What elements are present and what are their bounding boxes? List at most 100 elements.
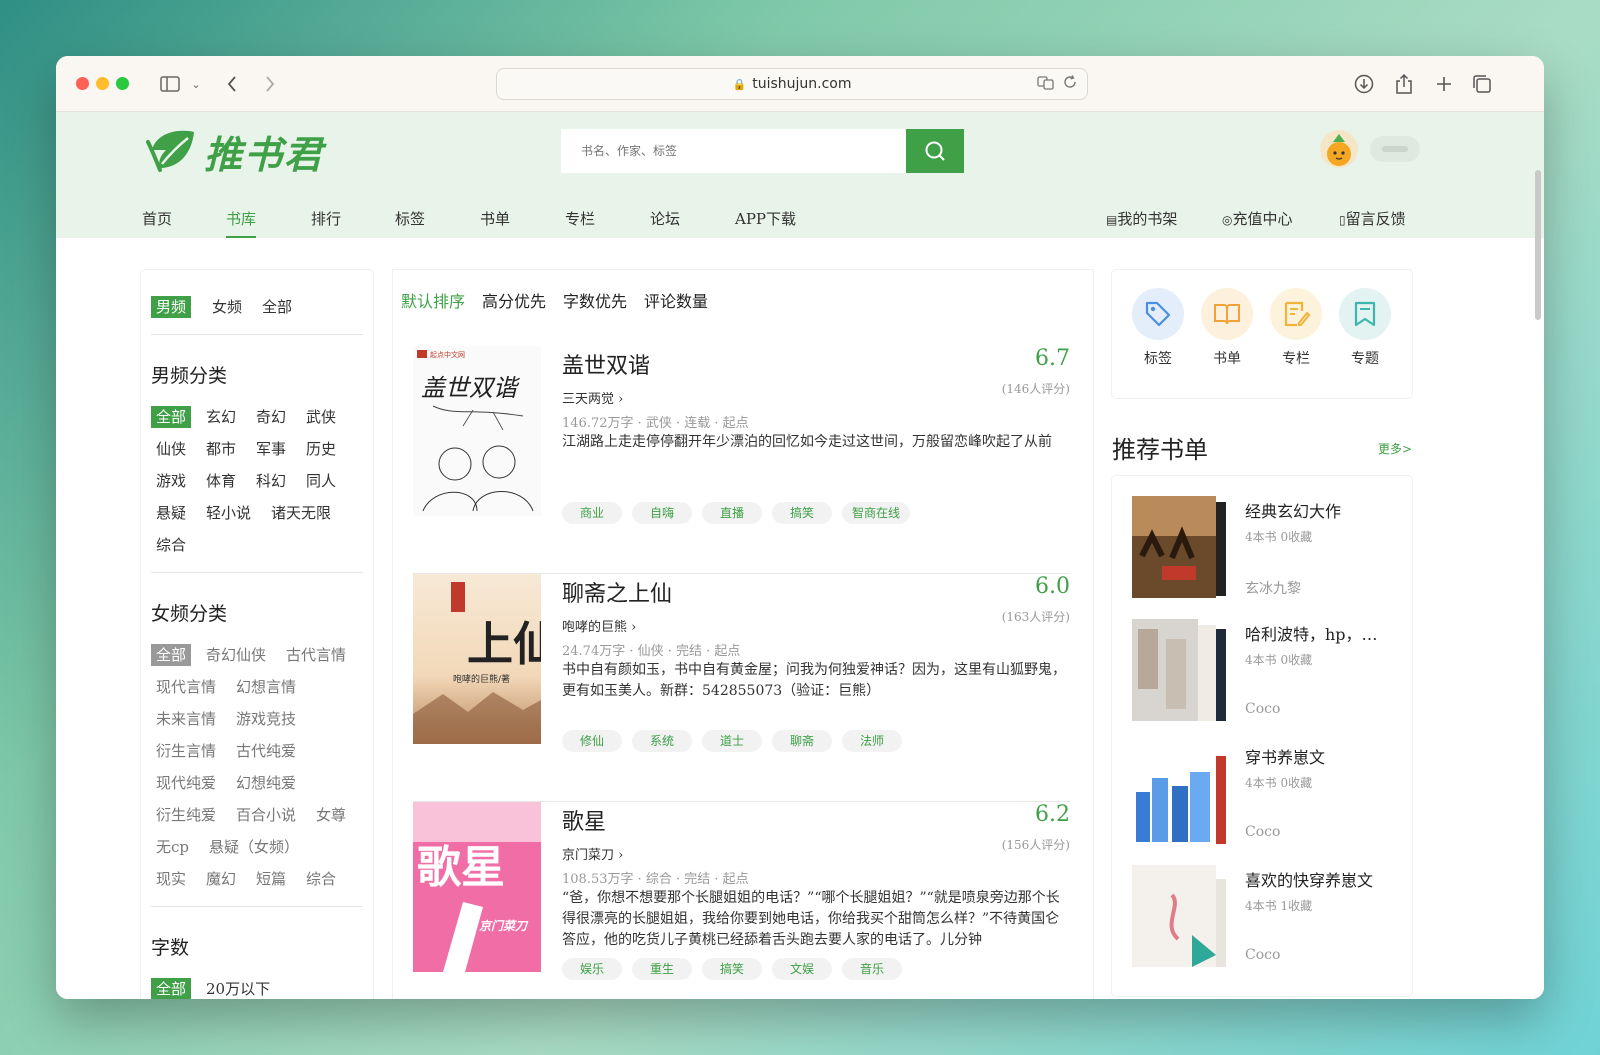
book-author[interactable]: 京门菜刀 › [562, 844, 623, 863]
category-tag[interactable]: 同人 [301, 470, 341, 492]
more-link[interactable]: 更多> [1378, 440, 1412, 457]
channel-male[interactable]: 男频 [151, 296, 192, 318]
category-tag[interactable]: 古代纯爱 [231, 740, 301, 762]
book-tag[interactable]: 系统 [632, 730, 692, 752]
book-tag[interactable]: 智商在线 [842, 502, 910, 524]
nav-ranking[interactable]: 排行 [311, 208, 341, 238]
category-tag[interactable]: 悬疑（女频） [204, 836, 304, 858]
site-logo[interactable]: 推书君 [146, 126, 324, 177]
reload-icon[interactable] [1063, 75, 1077, 93]
nav-tags[interactable]: 标签 [395, 208, 425, 238]
category-tag[interactable]: 武侠 [301, 406, 341, 428]
category-tag[interactable]: 综合 [151, 534, 191, 556]
category-tag[interactable]: 衍生言情 [151, 740, 221, 762]
quick-link-columns[interactable]: 专栏 [1270, 288, 1322, 368]
booklist-cover[interactable] [1132, 742, 1234, 844]
book-author[interactable]: 咆哮的巨熊 › [562, 616, 636, 635]
channel-female[interactable]: 女频 [207, 296, 247, 318]
category-tag[interactable]: 全部 [151, 644, 192, 666]
book-cover[interactable]: 起点中文网 盖世双谐 [413, 346, 541, 516]
book-title[interactable]: 盖世双谐 [562, 348, 650, 380]
category-tag[interactable]: 游戏 [151, 470, 191, 492]
book-tag[interactable]: 娱乐 [562, 958, 622, 980]
new-tab-icon[interactable] [1432, 70, 1456, 98]
booklist-title[interactable]: 经典玄幻大作 [1245, 498, 1341, 522]
book-item[interactable]: 上仙 咆哮的巨熊/著 聊斋之上仙 咆哮的巨熊 › 24.74万字 · 仙侠 · … [413, 574, 1070, 802]
booklist-creator[interactable]: Coco [1245, 701, 1280, 717]
category-tag[interactable]: 奇幻仙侠 [201, 644, 271, 666]
booklist-cover[interactable] [1132, 496, 1234, 598]
nav-my-shelf[interactable]: ▤我的书架 [1106, 208, 1177, 238]
chevron-down-icon[interactable]: ⌄ [188, 70, 204, 98]
category-tag[interactable]: 仙侠 [151, 438, 191, 460]
category-tag[interactable]: 现代言情 [151, 676, 221, 698]
page-scrollbar[interactable] [1535, 170, 1541, 320]
sort-score[interactable]: 高分优先 [482, 288, 546, 312]
nav-app-download[interactable]: APP下载 [735, 208, 796, 238]
zoom-button[interactable] [116, 77, 129, 90]
sort-words[interactable]: 字数优先 [563, 288, 627, 312]
search-input[interactable] [561, 129, 906, 173]
category-tag[interactable]: 古代言情 [281, 644, 351, 666]
booklist-title[interactable]: 喜欢的快穿养崽文 [1245, 867, 1373, 891]
category-tag[interactable]: 悬疑 [151, 502, 191, 524]
category-tag[interactable]: 幻想纯爱 [231, 772, 301, 794]
back-icon[interactable] [222, 70, 242, 98]
book-tag[interactable]: 搞笑 [772, 502, 832, 524]
forward-icon[interactable] [260, 70, 280, 98]
user-menu-toggle[interactable] [1370, 136, 1420, 162]
booklist-creator[interactable]: Coco [1245, 947, 1280, 963]
sidebar-toggle-icon[interactable] [158, 70, 182, 98]
category-tag[interactable]: 都市 [201, 438, 241, 460]
book-cover[interactable]: 歌星 京门菜刀 [413, 802, 541, 972]
booklist-item[interactable]: 哈利波特，hp，… 4本书 0收藏 Coco [1132, 619, 1402, 725]
booklist-item[interactable]: 经典玄幻大作 4本书 0收藏 玄冰九黎 [1132, 496, 1402, 602]
category-tag[interactable]: 体育 [201, 470, 241, 492]
address-bar[interactable]: 🔒 tuishujun.com [496, 68, 1088, 100]
category-tag[interactable]: 全部 [151, 406, 192, 428]
booklist-creator[interactable]: Coco [1245, 824, 1280, 840]
book-title[interactable]: 聊斋之上仙 [562, 576, 672, 608]
book-tag[interactable]: 修仙 [562, 730, 622, 752]
book-tag[interactable]: 商业 [562, 502, 622, 524]
book-tag[interactable]: 直播 [702, 502, 762, 524]
share-icon[interactable] [1392, 70, 1416, 98]
booklist-title[interactable]: 哈利波特，hp，… [1245, 621, 1378, 645]
nav-feedback[interactable]: ▯留言反馈 [1339, 208, 1406, 238]
nav-columns[interactable]: 专栏 [565, 208, 595, 238]
nav-forum[interactable]: 论坛 [650, 208, 680, 238]
sort-default[interactable]: 默认排序 [401, 288, 465, 312]
channel-all[interactable]: 全部 [257, 296, 297, 318]
category-tag[interactable]: 奇幻 [251, 406, 291, 428]
tab-overview-icon[interactable] [1470, 70, 1494, 98]
book-cover[interactable]: 上仙 咆哮的巨熊/著 [413, 574, 541, 744]
booklist-cover[interactable] [1132, 865, 1234, 967]
category-tag[interactable]: 轻小说 [201, 502, 256, 524]
translate-icon[interactable] [1037, 75, 1055, 95]
booklist-title[interactable]: 穿书养崽文 [1245, 744, 1325, 768]
booklist-item[interactable]: 喜欢的快穿养崽文 4本书 1收藏 Coco [1132, 865, 1402, 971]
download-icon[interactable] [1352, 70, 1376, 98]
search-button[interactable] [906, 129, 964, 173]
quick-link-booklists[interactable]: 书单 [1201, 288, 1253, 368]
booklist-creator[interactable]: 玄冰九黎 [1245, 578, 1301, 598]
category-tag[interactable]: 诸天无限 [266, 502, 336, 524]
category-tag[interactable]: 现代纯爱 [151, 772, 221, 794]
word-count-tag[interactable]: 全部 [151, 978, 192, 999]
nav-home[interactable]: 首页 [142, 208, 172, 238]
nav-library[interactable]: 书库 [226, 208, 257, 238]
book-tag[interactable]: 重生 [632, 958, 692, 980]
book-author[interactable]: 三天两觉 › [562, 388, 623, 407]
book-item[interactable]: 歌星 京门菜刀 歌星 京门菜刀 › 108.53万字 · 综合 · 完结 · 起… [413, 802, 1070, 999]
category-tag[interactable]: 无cp [151, 836, 194, 858]
booklist-cover[interactable] [1132, 619, 1234, 721]
category-tag[interactable]: 科幻 [251, 470, 291, 492]
category-tag[interactable]: 幻想言情 [231, 676, 301, 698]
category-tag[interactable]: 军事 [251, 438, 291, 460]
category-tag[interactable]: 游戏竞技 [231, 708, 301, 730]
book-tag[interactable]: 聊斋 [772, 730, 832, 752]
book-tag[interactable]: 音乐 [842, 958, 902, 980]
category-tag[interactable]: 百合小说 [231, 804, 301, 826]
category-tag[interactable]: 现实 [151, 868, 191, 890]
minimize-button[interactable] [96, 77, 109, 90]
